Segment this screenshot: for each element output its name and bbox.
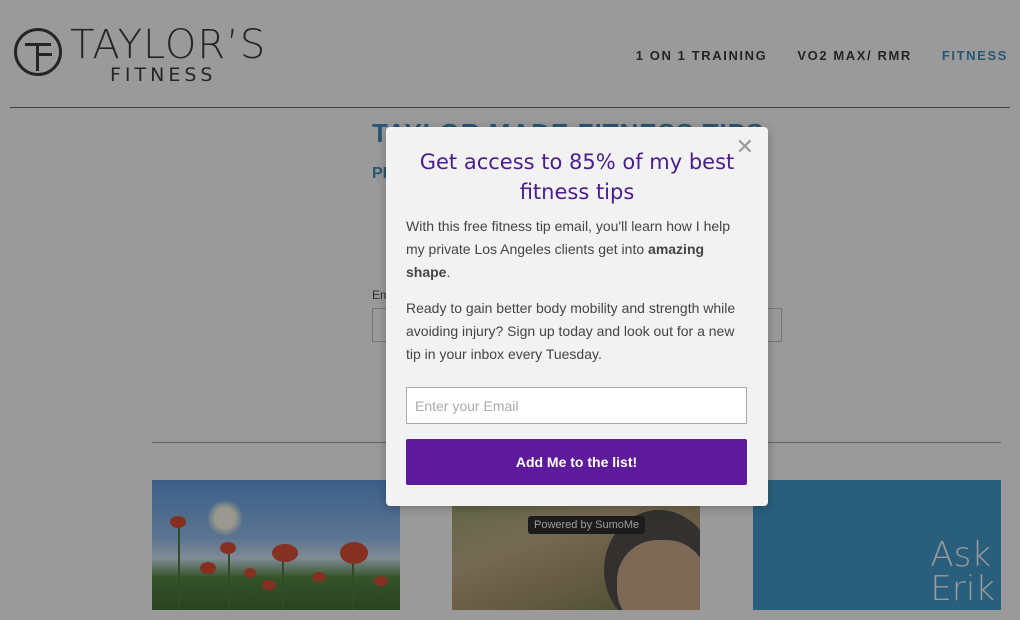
- modal-paragraph-1: With this free fitness tip email, you'll…: [406, 218, 731, 280]
- add-me-button[interactable]: Add Me to the list!: [406, 439, 747, 485]
- modal-paragraph-2: Ready to gain better body mobility and s…: [406, 300, 736, 362]
- email-signup-modal: ✕ Get access to 85% of my best fitness t…: [386, 127, 768, 506]
- email-input[interactable]: [406, 387, 747, 424]
- modal-body: With this free fitness tip email, you'll…: [406, 215, 751, 379]
- modal-title: Get access to 85% of my best fitness tip…: [419, 150, 735, 204]
